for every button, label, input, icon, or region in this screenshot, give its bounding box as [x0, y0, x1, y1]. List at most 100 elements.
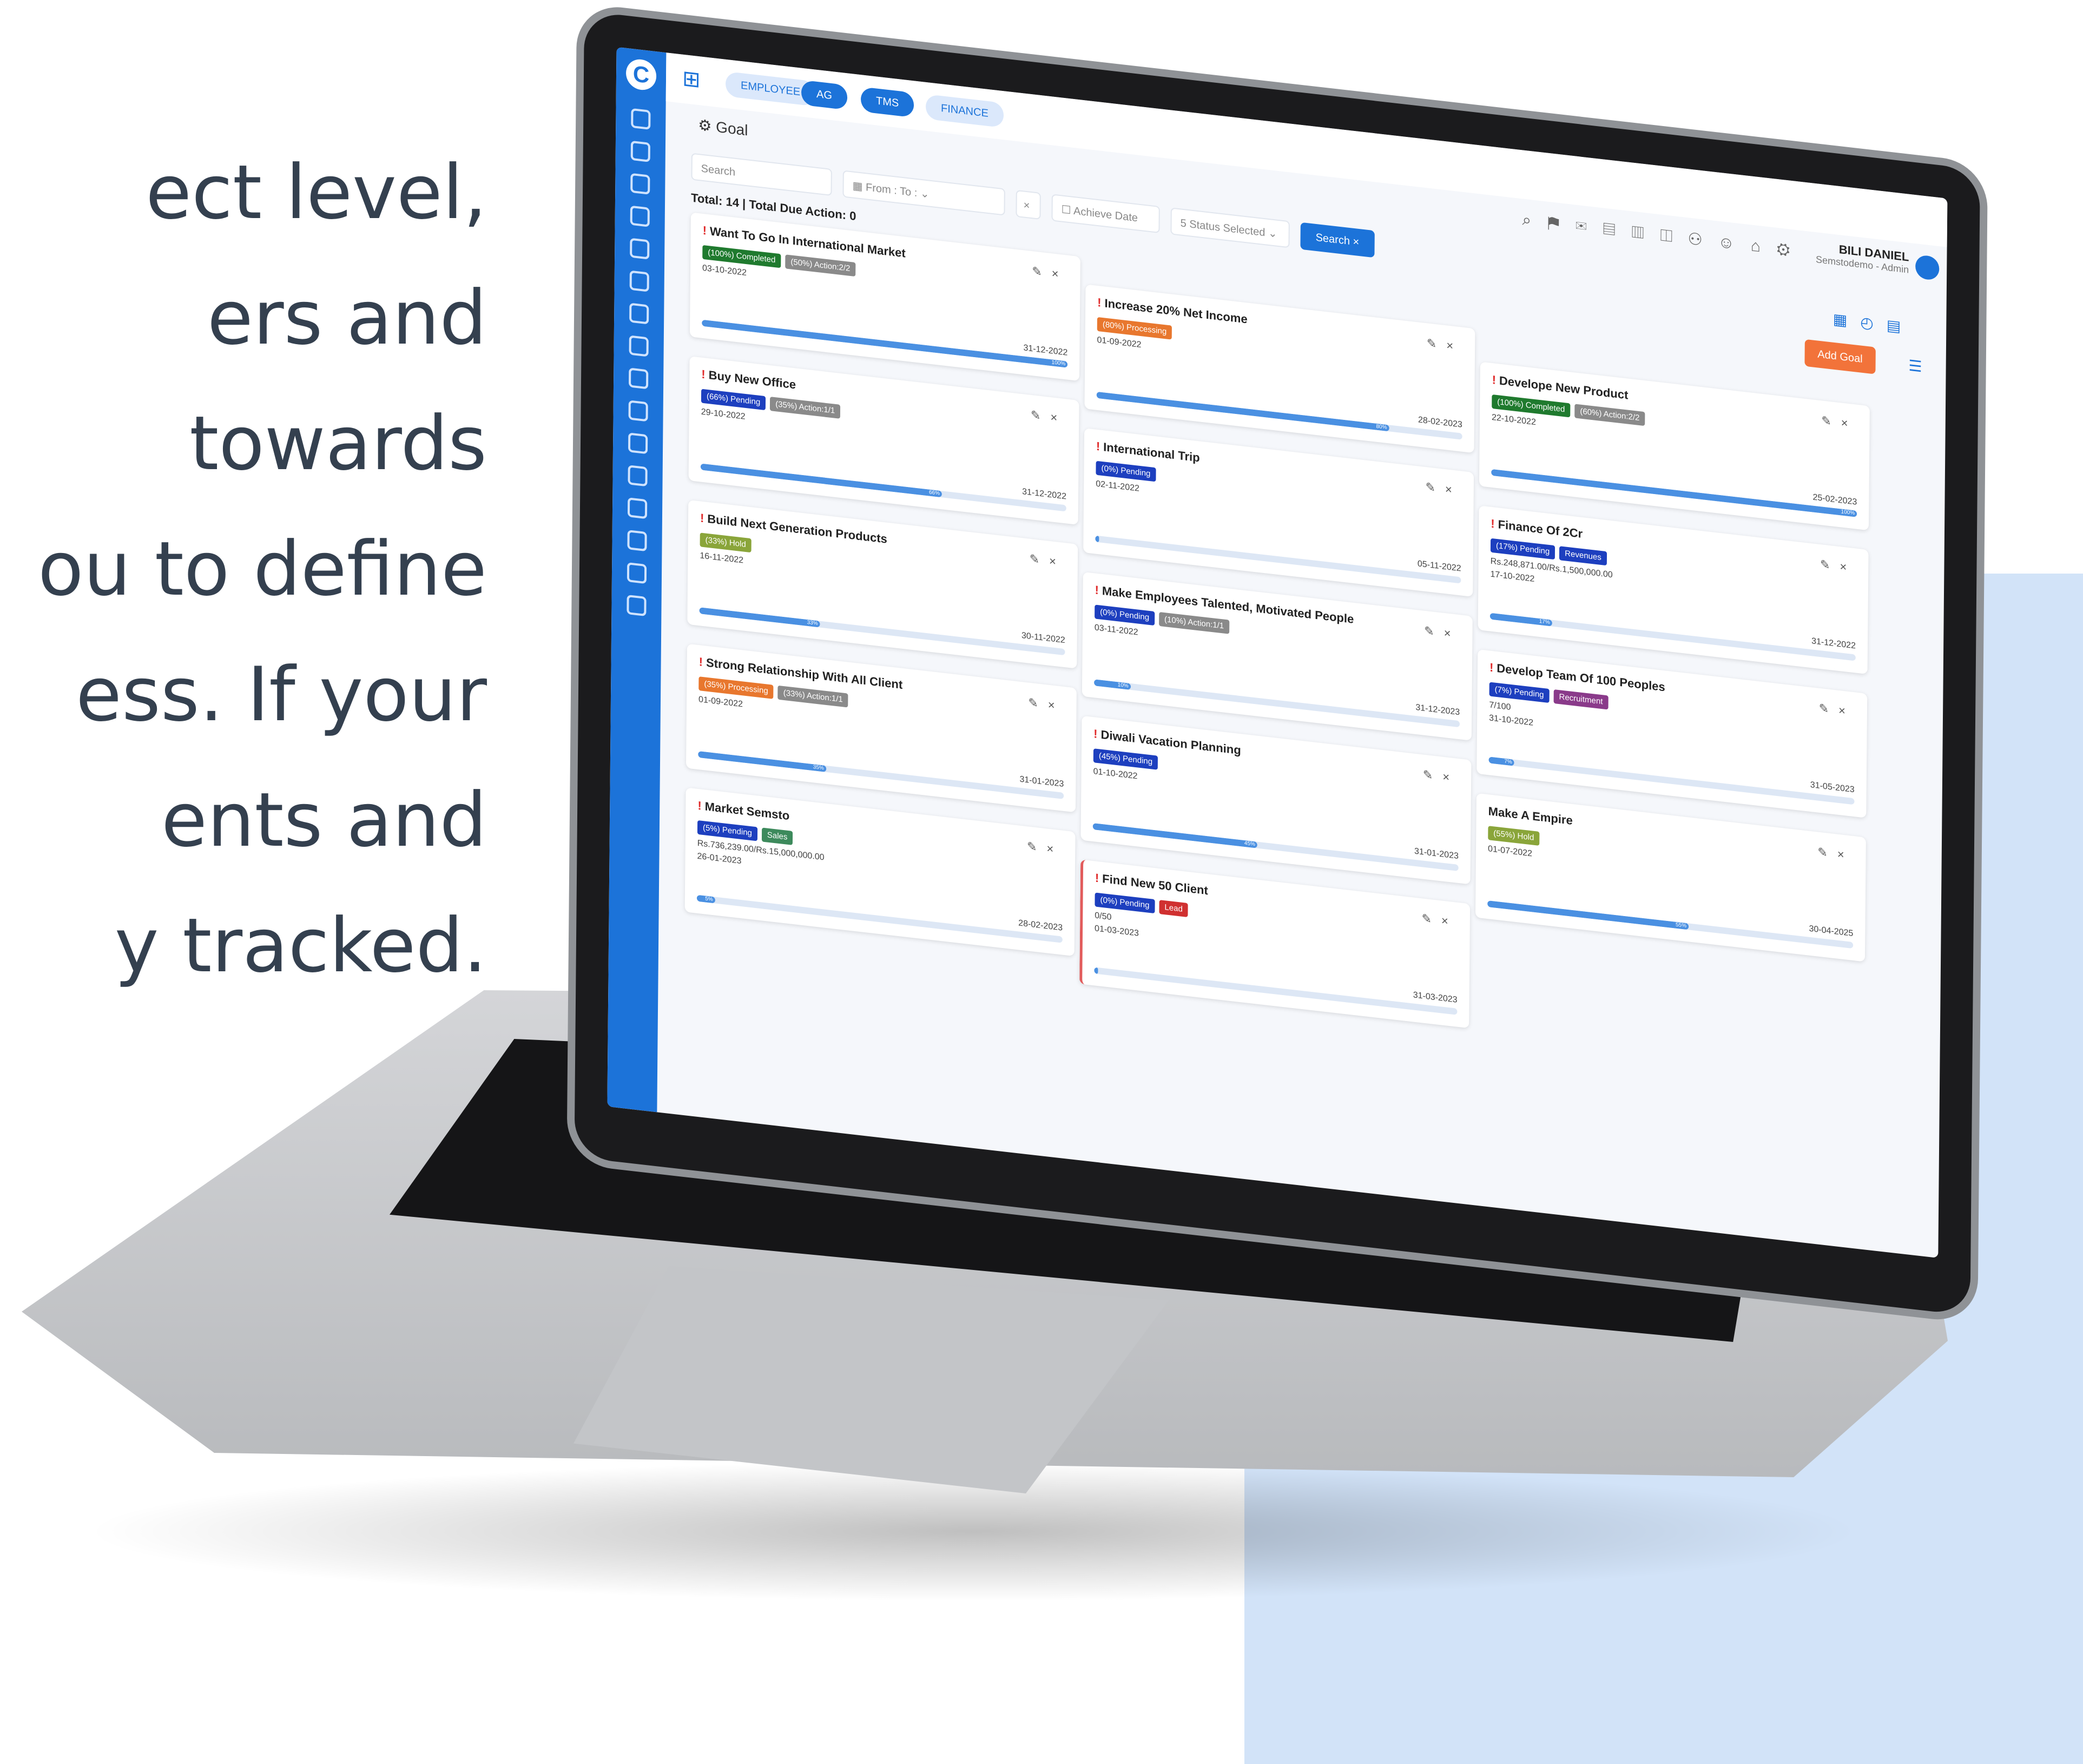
alert-icon: !	[1491, 516, 1495, 531]
goal-card[interactable]: Make A Empire (55%) Hold 01-07-2022 ✎× 30-04…	[1475, 793, 1866, 962]
goal-end-date: 31-12-2022	[1023, 343, 1068, 358]
list-view-icon[interactable]: ☰	[1908, 357, 1935, 378]
edit-icon[interactable]: ✎	[1424, 624, 1444, 640]
edit-icon[interactable]: ✎	[1817, 845, 1837, 861]
filter-icon[interactable]	[629, 335, 649, 357]
status-badge: (0%) Pending	[1095, 892, 1155, 914]
close-icon[interactable]: ×	[1838, 703, 1855, 719]
date-range-text: From : To :	[866, 181, 918, 200]
progress-fill: 80%	[1096, 391, 1389, 432]
team-icon[interactable]	[630, 205, 650, 227]
edit-icon[interactable]: ✎	[1032, 264, 1052, 280]
goal-card[interactable]: ! Find New 50 Client (0%) Pending Lead 0/50 0…	[1079, 859, 1471, 1029]
clear-date-button[interactable]: ×	[1016, 189, 1041, 220]
goal-column: ! Increase 20% Net Income (80%) Processing…	[1079, 284, 1475, 1048]
goal-card[interactable]: ! Develope New Product (100%) Completed(60…	[1479, 361, 1870, 531]
close-icon[interactable]: ×	[1052, 266, 1069, 281]
goal-card[interactable]: ! Build Next Generation Products (33%) Hol…	[687, 499, 1078, 669]
close-icon[interactable]: ×	[1442, 770, 1459, 785]
close-icon[interactable]: ×	[1446, 338, 1463, 353]
edit-icon[interactable]: ✎	[1425, 480, 1445, 496]
search-button[interactable]: Search ×	[1300, 222, 1375, 258]
close-icon[interactable]: ×	[1049, 554, 1066, 569]
search-close-icon[interactable]: ×	[1353, 236, 1359, 248]
goal-card[interactable]: ! Develop Team Of 100 Peoples (7%) Pending…	[1476, 649, 1868, 818]
edit-icon[interactable]: ✎	[1423, 767, 1443, 783]
document-icon[interactable]	[630, 173, 650, 195]
goal-card[interactable]: ! Increase 20% Net Income (80%) Processing…	[1084, 284, 1475, 453]
close-icon[interactable]: ×	[1837, 847, 1854, 863]
edit-icon[interactable]: ✎	[1820, 557, 1840, 573]
status-badge: (33%) Action:1/1	[777, 685, 848, 708]
close-icon[interactable]: ×	[1441, 913, 1458, 929]
edit-icon[interactable]: ✎	[1427, 336, 1447, 352]
users-icon[interactable]	[630, 140, 650, 162]
module-tab-finance[interactable]: FINANCE	[925, 94, 1004, 128]
alert-icon: !	[1093, 727, 1098, 741]
close-icon[interactable]: ×	[1841, 416, 1858, 431]
status-select-value: 5 Status Selected	[1180, 217, 1265, 239]
goal-end-date: 28-02-2023	[1418, 415, 1462, 430]
marketing-line: ou to define	[38, 525, 487, 613]
goal-card[interactable]: ! International Trip (0%) Pending 02-11-202…	[1083, 428, 1474, 597]
progress-fill	[1095, 535, 1099, 543]
goal-card[interactable]: ! Buy New Office (66%) Pending(35%) Action…	[688, 356, 1079, 525]
status-badge: (66%) Pending	[701, 389, 766, 411]
progress-bar: 7%	[1488, 756, 1855, 805]
group-icon[interactable]	[629, 270, 649, 292]
edit-icon[interactable]: ✎	[1028, 695, 1048, 711]
progress-fill: 10%	[1094, 679, 1131, 690]
goal-card[interactable]: ! Market Semsto (5%) Pending Sales Rs.736,23…	[684, 787, 1076, 957]
edit-icon[interactable]: ✎	[1819, 701, 1839, 717]
report-icon[interactable]	[627, 562, 647, 584]
goal-card[interactable]: ! Want To Go In International Market (100%…	[689, 212, 1080, 381]
edit-icon[interactable]: ✎	[1027, 839, 1047, 855]
person-icon[interactable]	[629, 302, 649, 325]
app-logo[interactable]: C	[625, 57, 657, 92]
alert-icon: !	[1095, 583, 1099, 597]
goal-card[interactable]: ! Diwali Vacation Planning (45%) Pending 01…	[1080, 715, 1472, 885]
progress-bar	[1094, 967, 1458, 1015]
close-icon[interactable]: ×	[1048, 698, 1065, 713]
progress-fill	[1094, 967, 1098, 975]
progress-bar: 17%	[1489, 613, 1856, 661]
apps-grid-icon[interactable]: ⊞	[682, 67, 704, 93]
progress-bar: 100%	[1491, 469, 1857, 517]
chat-icon[interactable]	[627, 530, 647, 552]
achieve-date-checkbox[interactable]: ☐ Achieve Date	[1051, 194, 1160, 234]
goal-card[interactable]: ! Strong Relationship With All Client (35%…	[685, 643, 1077, 813]
alert-icon: !	[1492, 373, 1497, 387]
edit-icon[interactable]: ✎	[1821, 413, 1841, 429]
goal-card[interactable]: ! Finance Of 2Cr (17%) Pending Revenues Rs.2…	[1478, 505, 1869, 674]
edit-icon[interactable]: ✎	[1031, 408, 1051, 424]
alert-icon: !	[701, 367, 706, 381]
close-icon[interactable]: ×	[1444, 626, 1461, 641]
home-icon[interactable]	[631, 108, 651, 130]
goal-column: ! Want To Go In International Market (100%…	[684, 212, 1080, 976]
goal-title-text: International Trip	[1103, 440, 1200, 465]
goal-icon[interactable]	[629, 367, 649, 390]
close-icon[interactable]: ×	[1840, 560, 1856, 575]
goal-end-date: 30-04-2025	[1809, 924, 1854, 939]
goal-title-text: Buy New Office	[708, 368, 796, 392]
module-tab-tms[interactable]: TMS	[860, 87, 914, 118]
edit-icon[interactable]: ✎	[1421, 911, 1441, 927]
status-badge: Revenues	[1559, 546, 1607, 566]
network-icon[interactable]	[627, 497, 648, 519]
close-icon[interactable]: ×	[1046, 841, 1063, 857]
goal-card[interactable]: ! Make Employees Talented, Motivated Peop…	[1082, 571, 1473, 741]
dashboard-icon[interactable]	[628, 465, 648, 487]
settings-doc-icon[interactable]	[627, 594, 647, 617]
close-icon[interactable]: ×	[1050, 410, 1067, 425]
bug-icon[interactable]	[628, 432, 648, 455]
progress-bar: 80%	[1096, 391, 1462, 440]
avatar[interactable]	[1915, 254, 1940, 281]
user-info[interactable]: BILI DANIEL Semstodemo - Admin	[1816, 240, 1909, 276]
close-icon[interactable]: ×	[1445, 482, 1462, 497]
id-card-icon[interactable]	[630, 238, 650, 260]
edit-icon[interactable]: ✎	[1030, 552, 1050, 568]
module-tab-ag[interactable]: AG	[801, 80, 848, 110]
progress-fill: 35%	[698, 751, 826, 772]
search-icon[interactable]	[628, 400, 648, 422]
add-goal-button[interactable]: Add Goal	[1804, 339, 1876, 374]
